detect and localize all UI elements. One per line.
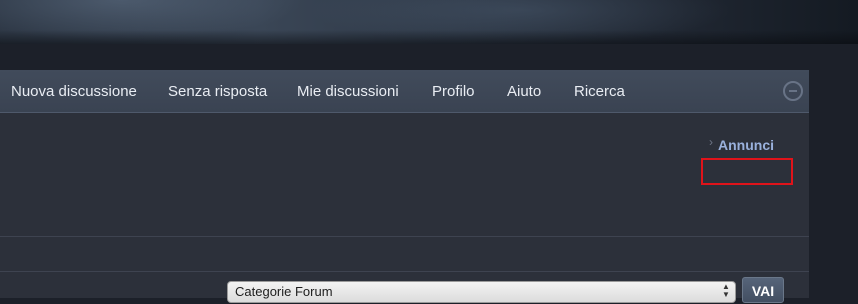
section-divider xyxy=(0,236,809,237)
forum-jump-select[interactable]: Categorie Forum ▲ ▼ xyxy=(227,281,736,303)
nav-new-topic[interactable]: Nuova discussione xyxy=(11,70,137,113)
nav-unanswered[interactable]: Senza risposta xyxy=(168,70,267,113)
forum-jump-value: Categorie Forum xyxy=(235,284,333,299)
nav-profile[interactable]: Profilo xyxy=(432,70,475,113)
nav-my-topics[interactable]: Mie discussioni xyxy=(297,70,399,113)
section-divider-2 xyxy=(0,271,809,272)
nav-search[interactable]: Ricerca xyxy=(574,70,625,113)
minus-bar xyxy=(789,90,797,92)
go-button[interactable]: VAI xyxy=(742,277,784,303)
page-margin xyxy=(809,70,858,298)
banner-gap xyxy=(0,44,858,70)
announcements-link[interactable]: Annunci xyxy=(718,137,774,153)
nav-help[interactable]: Aiuto xyxy=(507,70,541,113)
main-navbar: Nuova discussione Senza risposta Mie dis… xyxy=(0,70,809,113)
select-updown-icon: ▲ ▼ xyxy=(722,282,730,299)
highlight-box xyxy=(701,158,793,185)
header-banner xyxy=(0,0,858,44)
chevron-right-icon: › xyxy=(709,135,713,149)
collapse-minus-icon[interactable] xyxy=(783,81,803,101)
